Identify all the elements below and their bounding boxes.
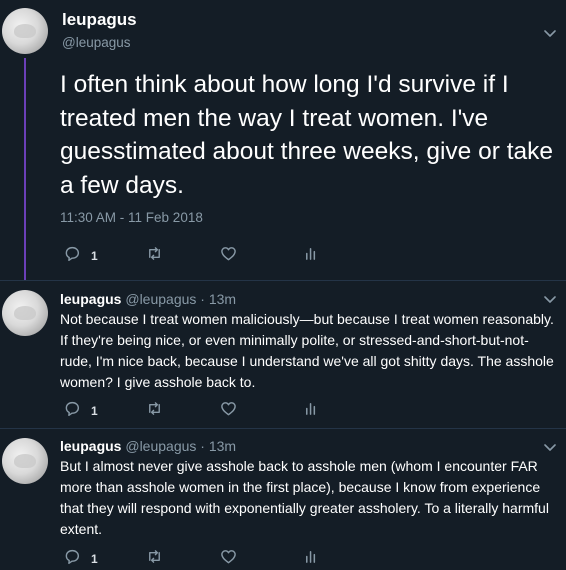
reply-count: 1 [91, 249, 98, 263]
retweet-button[interactable] [146, 400, 163, 422]
analytics-button[interactable] [303, 548, 320, 570]
reply-icon [64, 245, 81, 267]
reply-button[interactable]: 1 [64, 548, 98, 570]
analytics-icon [303, 400, 320, 422]
chevron-down-icon[interactable] [544, 440, 556, 452]
divider [0, 428, 566, 429]
divider [0, 280, 566, 281]
chevron-down-icon[interactable] [544, 26, 556, 38]
reply-header: leupagus @leupagus · 13m [60, 291, 236, 307]
reply-header: leupagus @leupagus · 13m [60, 438, 236, 454]
tweet-actions: 1 [60, 400, 360, 420]
like-button[interactable] [220, 548, 237, 570]
retweet-icon [146, 245, 163, 267]
like-icon [220, 548, 237, 570]
thread-line [24, 58, 26, 280]
like-icon [220, 245, 237, 267]
reply-icon [64, 400, 81, 422]
analytics-icon [303, 548, 320, 570]
author-handle[interactable]: @leupagus [125, 438, 196, 454]
reply-button[interactable]: 1 [64, 245, 98, 267]
author-handle[interactable]: @leupagus [125, 291, 196, 307]
author-name[interactable]: leupagus [60, 438, 121, 454]
like-button[interactable] [220, 245, 237, 267]
author-handle[interactable]: @leupagus [62, 35, 131, 50]
reply-icon [64, 548, 81, 570]
analytics-button[interactable] [303, 400, 320, 422]
like-button[interactable] [220, 400, 237, 422]
avatar[interactable] [2, 438, 48, 484]
retweet-icon [146, 400, 163, 422]
tweet-time[interactable]: 13m [209, 291, 236, 307]
reply-button[interactable]: 1 [64, 400, 98, 422]
reply-text: Not because I treat women maliciously—bu… [60, 311, 554, 390]
reply-count: 1 [91, 404, 98, 418]
retweet-icon [146, 548, 163, 570]
separator: · [196, 291, 209, 307]
avatar[interactable] [2, 8, 48, 54]
retweet-button[interactable] [146, 245, 163, 267]
tweet-timestamp[interactable]: 11:30 AM - 11 Feb 2018 [60, 210, 203, 225]
retweet-button[interactable] [146, 548, 163, 570]
reply-text: But I almost never give asshole back to … [60, 458, 549, 537]
analytics-icon [303, 245, 320, 267]
tweet-actions: 1 [60, 548, 360, 568]
tweet-actions: 1 [60, 245, 360, 265]
separator: · [196, 438, 209, 454]
tweet-time[interactable]: 13m [209, 438, 236, 454]
avatar[interactable] [2, 290, 48, 336]
reply-count: 1 [91, 552, 98, 566]
chevron-down-icon[interactable] [544, 292, 556, 304]
tweet-text: I often think about how long I'd survive… [60, 71, 554, 199]
author-name[interactable]: leupagus [60, 291, 121, 307]
analytics-button[interactable] [303, 245, 320, 267]
like-icon [220, 400, 237, 422]
author-name[interactable]: leupagus [62, 10, 137, 30]
